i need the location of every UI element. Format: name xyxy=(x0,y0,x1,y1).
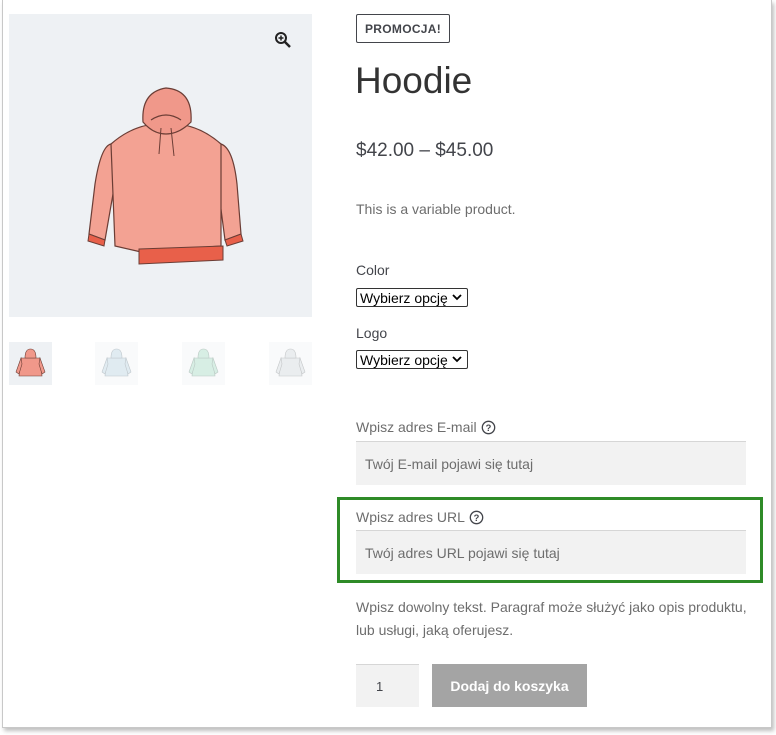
logo-select-value: Wybierz opcję xyxy=(360,351,448,368)
thumbnail-hoodie-green[interactable] xyxy=(182,342,225,385)
zoom-button[interactable] xyxy=(267,24,299,56)
hoodie-thumbnail-icon xyxy=(15,348,46,377)
quantity-value: 1 xyxy=(376,678,384,694)
hoodie-image xyxy=(87,87,244,265)
logo-label: Logo xyxy=(356,325,388,341)
svg-text:?: ? xyxy=(474,512,480,522)
email-field-label-text: Wpisz adres E-mail xyxy=(356,419,477,435)
email-field[interactable]: Twój E-mail pojawi się tutaj xyxy=(356,441,746,485)
add-to-cart-button[interactable]: Dodaj do koszyka xyxy=(432,664,587,707)
url-field-placeholder: Twój adres URL pojawi się tutaj xyxy=(365,544,560,561)
color-label: Color xyxy=(356,262,390,278)
color-select-value: Wybierz opcję xyxy=(360,289,448,306)
logo-select[interactable]: Wybierz opcję xyxy=(356,350,468,369)
color-select[interactable]: Wybierz opcję xyxy=(356,288,468,307)
svg-text:?: ? xyxy=(485,422,491,432)
chevron-down-icon xyxy=(452,294,462,301)
email-field-label: Wpisz adres E-mail ? xyxy=(356,419,496,435)
url-field-label-text: Wpisz adres URL xyxy=(356,509,465,525)
custom-paragraph: Wpisz dowolny tekst. Paragraf może służy… xyxy=(356,599,747,638)
thumbnail-hoodie-blue[interactable] xyxy=(95,342,138,385)
help-icon[interactable]: ? xyxy=(481,420,496,435)
url-field-label: Wpisz adres URL ? xyxy=(356,509,484,525)
product-price: $42.00 – $45.00 xyxy=(356,140,494,161)
product-short-description: This is a variable product. xyxy=(356,201,516,217)
thumbnail-hoodie-red[interactable] xyxy=(9,342,52,385)
url-field[interactable]: Twój adres URL pojawi się tutaj xyxy=(356,530,746,574)
magnifier-zoom-icon xyxy=(275,32,291,48)
hoodie-thumbnail-icon xyxy=(101,348,132,377)
email-field-placeholder: Twój E-mail pojawi się tutaj xyxy=(365,455,534,472)
hoodie-thumbnail-icon xyxy=(275,348,306,377)
help-icon[interactable]: ? xyxy=(469,510,484,525)
product-title: Hoodie xyxy=(355,60,473,101)
sale-badge: PROMOCJA! xyxy=(356,14,451,43)
quantity-input[interactable]: 1 xyxy=(356,664,419,707)
hoodie-thumbnail-icon xyxy=(188,348,219,377)
thumbnail-strip xyxy=(9,342,312,386)
chevron-down-icon xyxy=(452,356,462,363)
thumbnail-hoodie-grey[interactable] xyxy=(269,342,312,385)
product-main-image[interactable] xyxy=(9,14,312,317)
